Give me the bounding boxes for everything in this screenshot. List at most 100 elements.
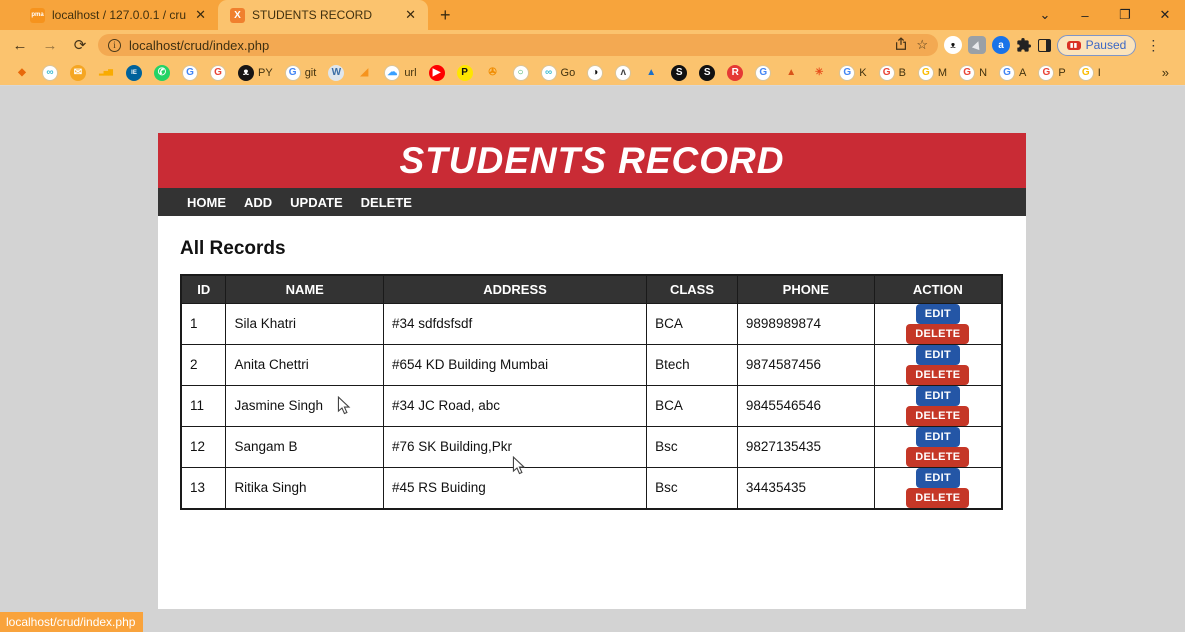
- new-tab-button[interactable]: +: [440, 5, 451, 26]
- nav-item-home[interactable]: HOME: [178, 195, 235, 210]
- cell-name: Jasmine Singh: [226, 385, 384, 426]
- cell-class: Bsc: [647, 426, 738, 467]
- bookmark-item[interactable]: R: [723, 65, 747, 81]
- bookmark-item[interactable]: GN: [955, 65, 991, 81]
- bookmark-star-icon[interactable]: ☆: [916, 37, 928, 53]
- cell-id: 2: [181, 344, 226, 385]
- bookmark-label: B: [899, 67, 906, 79]
- bookmark-item[interactable]: S: [695, 65, 719, 81]
- edit-button[interactable]: EDIT: [916, 427, 960, 447]
- side-panel-icon[interactable]: [1038, 39, 1051, 52]
- bookmark-item[interactable]: ✇: [481, 65, 505, 81]
- bookmark-item[interactable]: G: [206, 65, 230, 81]
- cell-actions: EDITDELETE: [874, 303, 1002, 344]
- cell-phone: 9845546546: [737, 385, 874, 426]
- bookmark-item[interactable]: GP: [1034, 65, 1069, 81]
- nav-item-update[interactable]: UPDATE: [281, 195, 351, 210]
- cell-id: 13: [181, 467, 226, 509]
- cell-id: 12: [181, 426, 226, 467]
- reload-button[interactable]: ⟳: [68, 36, 92, 54]
- edit-button[interactable]: EDIT: [916, 386, 960, 406]
- bookmark-favicon-icon: R: [727, 65, 743, 81]
- close-button[interactable]: ✕: [1145, 7, 1185, 23]
- bookmark-item[interactable]: ◢: [352, 65, 376, 81]
- cell-actions: EDITDELETE: [874, 385, 1002, 426]
- bookmark-item[interactable]: S: [667, 65, 691, 81]
- tab-students-record[interactable]: X STUDENTS RECORD ✕: [218, 0, 428, 30]
- bookmark-item[interactable]: GM: [914, 65, 951, 81]
- column-header-address: ADDRESS: [383, 275, 646, 303]
- edit-button[interactable]: EDIT: [916, 345, 960, 365]
- bookmark-item[interactable]: Ggit: [281, 65, 321, 81]
- bookmarks-overflow-icon[interactable]: »: [1162, 65, 1175, 80]
- bookmark-favicon-icon: G: [1078, 65, 1094, 81]
- bookmark-favicon-icon: G: [210, 65, 226, 81]
- bookmark-favicon-icon: G: [879, 65, 895, 81]
- minimize-button[interactable]: –: [1065, 8, 1105, 23]
- url-text[interactable]: localhost/crud/index.php: [129, 38, 886, 53]
- delete-button[interactable]: DELETE: [906, 447, 969, 467]
- cell-actions: EDITDELETE: [874, 467, 1002, 509]
- bookmark-item[interactable]: ▲: [779, 65, 803, 81]
- a-extension-icon[interactable]: a: [992, 36, 1010, 54]
- bookmark-item[interactable]: ✉: [66, 65, 90, 81]
- cell-class: BCA: [647, 303, 738, 344]
- bookmark-item[interactable]: ᴥPY: [234, 65, 277, 81]
- pointer-extension-icon[interactable]: [968, 36, 986, 54]
- bookmark-item[interactable]: ▲: [639, 65, 663, 81]
- bookmark-favicon-icon: ᴥ: [238, 65, 254, 81]
- bookmark-item[interactable]: P: [453, 65, 477, 81]
- bookmark-item[interactable]: ○: [509, 65, 533, 81]
- bookmark-item[interactable]: GB: [875, 65, 910, 81]
- forward-button[interactable]: →: [38, 37, 62, 54]
- bookmark-favicon-icon: S: [699, 65, 715, 81]
- bookmark-item[interactable]: ▶: [425, 65, 449, 81]
- bookmark-item[interactable]: ✆: [150, 65, 174, 81]
- bookmark-item[interactable]: ◆: [10, 65, 34, 81]
- paused-extension-pill[interactable]: ▮▮ Paused: [1057, 35, 1136, 56]
- bookmark-item[interactable]: IE: [122, 65, 146, 81]
- page-viewport: STUDENTS RECORD HOMEADDUPDATEDELETE All …: [0, 86, 1185, 632]
- bookmark-item[interactable]: W: [324, 65, 348, 81]
- bookmark-item[interactable]: ʌ: [611, 65, 635, 81]
- bookmark-item[interactable]: GA: [995, 65, 1030, 81]
- nav-item-add[interactable]: ADD: [235, 195, 281, 210]
- back-button[interactable]: ←: [8, 37, 32, 54]
- bookmark-item[interactable]: G: [178, 65, 202, 81]
- panda-extension-icon[interactable]: ᴥ: [944, 36, 962, 54]
- cell-address: #34 JC Road, abc: [383, 385, 646, 426]
- tab-search-icon[interactable]: ⌄: [1025, 7, 1065, 23]
- site-nav: HOMEADDUPDATEDELETE: [158, 188, 1026, 216]
- restore-button[interactable]: ❐: [1105, 7, 1145, 23]
- tab-close-icon[interactable]: ✕: [193, 7, 208, 23]
- bookmark-label: K: [859, 67, 866, 79]
- delete-button[interactable]: DELETE: [906, 406, 969, 426]
- column-header-class: CLASS: [647, 275, 738, 303]
- bookmark-item[interactable]: ∞: [38, 65, 62, 81]
- edit-button[interactable]: EDIT: [916, 304, 960, 324]
- bookmark-item[interactable]: ◑: [583, 65, 607, 81]
- bookmark-item[interactable]: GK: [835, 65, 870, 81]
- tab-close-icon[interactable]: ✕: [403, 7, 418, 23]
- bookmark-item[interactable]: G: [751, 65, 775, 81]
- edit-button[interactable]: EDIT: [916, 468, 960, 488]
- extensions-puzzle-icon[interactable]: [1016, 37, 1032, 53]
- bookmark-item[interactable]: ✳: [807, 65, 831, 81]
- bookmark-favicon-icon: IE: [126, 65, 142, 81]
- share-icon[interactable]: [894, 37, 908, 54]
- delete-button[interactable]: DELETE: [906, 488, 969, 508]
- page-title: STUDENTS RECORD: [399, 140, 784, 182]
- bookmark-item[interactable]: ∞Go: [537, 65, 580, 81]
- delete-button[interactable]: DELETE: [906, 365, 969, 385]
- chrome-menu-icon[interactable]: ⋮: [1142, 37, 1164, 54]
- bookmark-item[interactable]: ☁url: [380, 65, 420, 81]
- nav-item-delete[interactable]: DELETE: [352, 195, 421, 210]
- address-bar[interactable]: i localhost/crud/index.php ☆: [98, 34, 938, 56]
- bookmark-item[interactable]: ▂▅▇: [94, 65, 118, 81]
- site-info-icon[interactable]: i: [108, 39, 121, 52]
- bookmark-item[interactable]: GI: [1074, 65, 1105, 81]
- bookmark-favicon-icon: ✉: [70, 65, 86, 81]
- delete-button[interactable]: DELETE: [906, 324, 969, 344]
- bookmark-favicon-icon: G: [1038, 65, 1054, 81]
- tab-phpmyadmin[interactable]: pma localhost / 127.0.0.1 / crud | php ✕: [18, 0, 218, 30]
